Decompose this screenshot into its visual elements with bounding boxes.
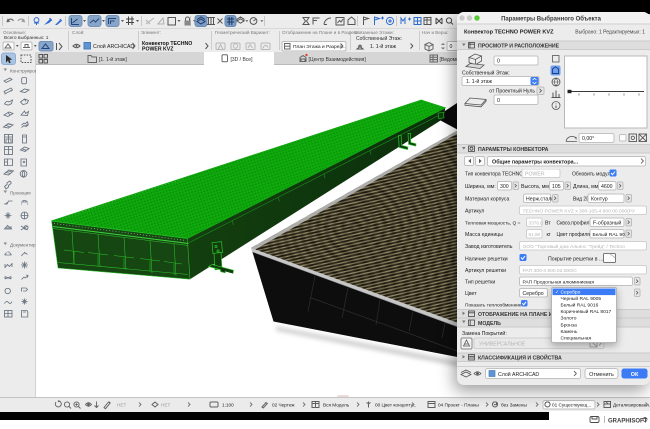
svg-text:105: 105 [552,184,561,190]
svg-text:Контур: Контур [591,197,608,203]
svg-text:Коричневый RAL 8017: Коричневый RAL 8017 [560,308,611,315]
svg-text:Сквоз.профиль: Сквоз.профиль [557,221,593,227]
svg-text:Камень: Камень [560,329,577,335]
svg-text:02 Чертеж: 02 Чертеж [272,403,295,408]
svg-text:1:100: 1:100 [222,403,234,408]
svg-text:Масса единицы: Масса единицы [465,232,503,238]
svg-text:Слой ARCHICAD: Слой ARCHICAD [93,43,134,50]
svg-text:Документир: Документир [10,243,36,248]
svg-text:Черный RAL 9005: Черный RAL 9005 [560,295,601,302]
svg-text:Вся Модель: Вся Модель [323,403,350,408]
svg-text:00 Цвет концепту...: 00 Цвет концепту... [375,403,416,408]
svg-text:Артикул: Артикул [465,209,484,215]
svg-text:51,90: 51,90 [529,232,541,237]
svg-text:Собственный Этаж:: Собственный Этаж: [462,70,510,77]
svg-text:УНИВЕРСАЛЬНОЕ: УНИВЕРСАЛЬНОЕ [479,342,526,348]
svg-text:Тип конвектора: Тип конвектора [465,172,501,178]
svg-text:Белый RAL 901: Белый RAL 901 [593,231,628,238]
svg-text:без Замены: без Замены [501,403,527,408]
svg-text:План Этажа и Разрез...: План Этажа и Разрез... [293,44,346,50]
svg-text:Показать теплообменник: Показать теплообменник [465,303,522,309]
svg-text:Ширина, мм:: Ширина, мм: [465,184,496,190]
svg-text:Цвет профиля: Цвет профиля [557,232,591,238]
svg-text:Нерж.сталь: Нерж.сталь [526,197,554,203]
svg-text:Покрытие решетки в ...: Покрытие решетки в ... [548,257,603,263]
svg-text:Серебро: Серебро [523,291,544,297]
svg-text:[1. 1-й этаж]: [1. 1-й этаж] [99,56,127,63]
svg-text:РАП Продольная алюминиевая: РАП Продольная алюминиевая [523,280,595,286]
svg-text:Детализированн...: Детализированн... [613,403,650,408]
svg-text:Материал корпуса: Материал корпуса [465,197,510,203]
svg-text:1. 1-й этаж: 1. 1-й этаж [370,43,396,50]
svg-text:Вт: Вт [545,221,551,227]
svg-text:Тип решетки: Тип решетки [465,280,495,286]
svg-text:TECHNO: TECHNO [502,172,523,178]
svg-text:РАП 300-4 800.02.000/С: РАП 300-4 800.02.000/С [523,268,578,274]
svg-text:Слой ARCHICAD: Слой ARCHICAD [498,371,539,378]
svg-text:от Проектный Нуль: от Проектный Нуль [489,88,535,95]
svg-text:Параметры Выбранного Объекта: Параметры Выбранного Объекта [501,15,602,22]
svg-text:Обновить модуль: Обновить модуль [572,172,613,178]
svg-text:Завод изготовитель: Завод изготовитель [465,244,513,250]
svg-text:TECHNO POWER KVZ x 300-105-4: TECHNO POWER KVZ x 300-105-4 800.00.000(… [523,209,636,215]
svg-text:Отменить: Отменить [589,372,614,378]
svg-text:Тепловая мощность, Q =: Тепловая мощность, Q = [465,221,521,227]
svg-text:МОДЕЛЬ: МОДЕЛЬ [478,321,501,327]
svg-text:Наличие решетки: Наличие решетки [465,257,508,263]
svg-text:4600: 4600 [601,184,613,190]
svg-text:POWER: POWER [525,172,545,178]
svg-text:Конвектор TECHNO POWER KVZ: Конвектор TECHNO POWER KVZ [464,30,554,36]
svg-text:ПАРАМЕТРЫ КОНВЕКТОРА: ПАРАМЕТРЫ КОНВЕКТОРА [478,147,549,153]
svg-text:Золото: Золото [560,316,576,322]
svg-text:GRAPHISOFT: GRAPHISOFT [608,418,648,424]
svg-text:✓ Серебро: ✓ Серебро [555,289,581,295]
svg-text:Высота, мм:: Высота, мм: [521,184,550,190]
svg-text:Цвет: Цвет [465,291,477,297]
svg-text:Замена Покрытий:: Замена Покрытий: [462,330,507,337]
svg-text:0,00°: 0,00° [582,136,594,142]
svg-text:ООО "Торговый дом Альянс "Трей: ООО "Торговый дом Альянс "Трейд" / Techn… [523,243,626,250]
svg-text:[Центр Взаимодействия]: [Центр Взаимодействия] [309,56,367,63]
svg-text:1. 1-й этаж: 1. 1-й этаж [466,78,492,85]
svg-text:Белый RAL 9016: Белый RAL 9016 [560,302,598,309]
svg-text:0: 0 [450,44,453,50]
svg-text:Длина, мм:: Длина, мм: [573,184,600,190]
svg-text:300: 300 [500,184,509,190]
svg-text:Проекция: Проекция [10,191,31,196]
svg-text:Конструиров: Конструиров [10,69,36,74]
svg-text:НЕТ: НЕТ [117,403,127,408]
svg-text:01 Существующ...: 01 Существующ... [552,403,591,408]
svg-text:НЕТ: НЕТ [161,403,171,408]
svg-text:F-образный: F-образный [593,220,621,227]
svg-text:ОК: ОК [631,372,639,378]
svg-text:Бронза: Бронза [560,322,577,328]
svg-text:0: 0 [497,98,500,104]
svg-text:Выбрано: 1 Редактируемых: 1: Выбрано: 1 Редактируемых: 1 [575,30,645,36]
svg-text:кг: кг [547,232,551,238]
svg-text:Общие параметры конвектора...: Общие параметры конвектора... [492,158,579,165]
svg-text:КЛАССИФИКАЦИЯ И СВОЙСТВА: КЛАССИФИКАЦИЯ И СВОЙСТВА [478,353,562,361]
svg-text:Специальная: Специальная [560,336,591,342]
svg-text:04 Проект - Планы: 04 Проект - Планы [438,403,479,408]
svg-text:Артикул решетки: Артикул решетки [465,268,506,274]
svg-text:[3D / Все]: [3D / Все] [231,57,254,63]
svg-text:ПРОСМОТР И РАСПОЛОЖЕНИЕ: ПРОСМОТР И РАСПОЛОЖЕНИЕ [478,43,560,49]
svg-text:0: 0 [497,59,500,65]
svg-text:3376.0: 3376.0 [529,221,544,226]
